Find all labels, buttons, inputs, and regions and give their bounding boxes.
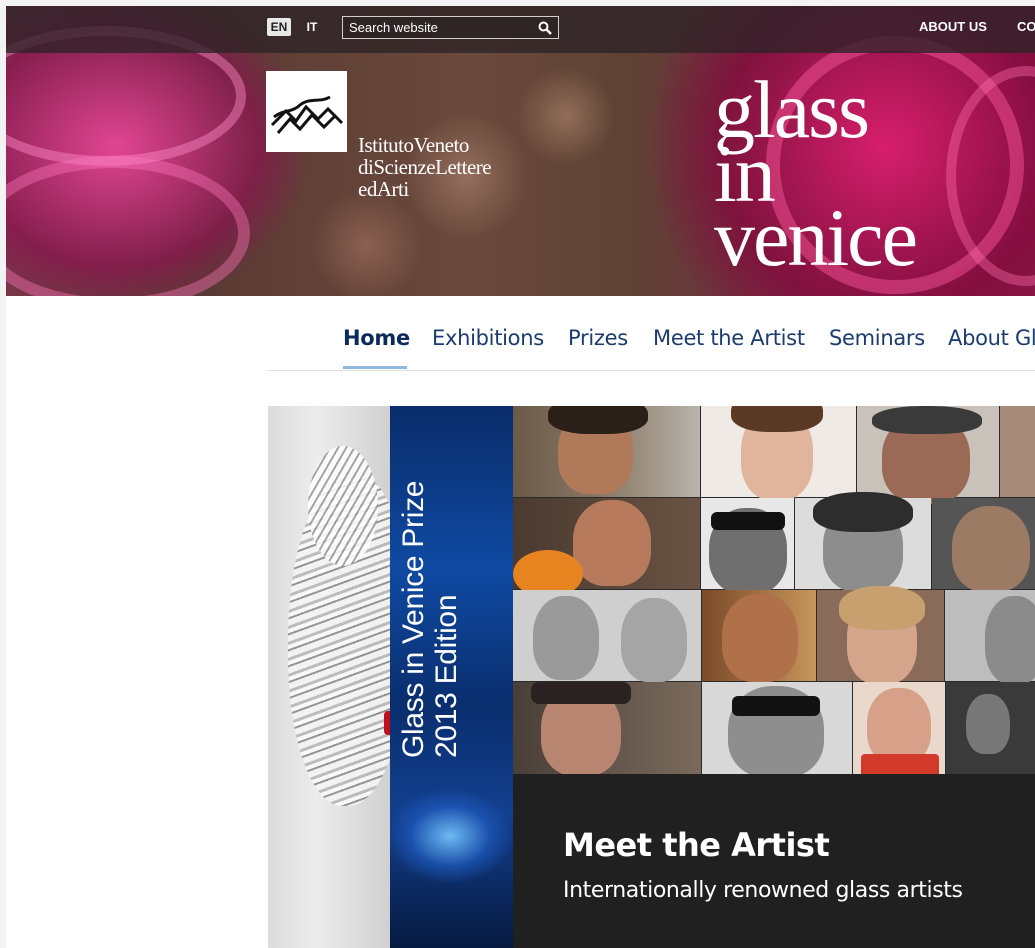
artist-photo bbox=[817, 586, 944, 684]
artist-photo bbox=[857, 406, 999, 504]
artist-photo bbox=[1000, 406, 1035, 497]
main-nav: Home Exhibitions Prizes Meet the Artist … bbox=[266, 296, 1035, 371]
about-us-link[interactable]: ABOUT US bbox=[919, 19, 987, 34]
nav-item-home[interactable]: Home bbox=[343, 326, 410, 350]
prize-title-line: 2013 Edition bbox=[430, 594, 463, 758]
hero-caption[interactable]: Meet the Artist Internationally renowned… bbox=[513, 774, 1035, 948]
artist-photo bbox=[702, 590, 816, 682]
search-icon[interactable] bbox=[538, 21, 552, 35]
page: EN IT ABOUT US CO IstitutoV bbox=[6, 6, 1035, 948]
caption-title: Meet the Artist bbox=[563, 826, 830, 864]
artist-photo-grid[interactable] bbox=[513, 406, 1035, 774]
glass-sculpture-image[interactable] bbox=[268, 406, 390, 948]
institute-name-line: diScienzeLettere bbox=[358, 155, 492, 179]
glass-decoration bbox=[6, 156, 250, 296]
active-nav-indicator bbox=[343, 366, 407, 369]
institute-logo[interactable] bbox=[266, 71, 347, 152]
language-en[interactable]: EN bbox=[267, 18, 291, 36]
top-bar: EN IT ABOUT US CO bbox=[6, 6, 1035, 53]
institute-name-line: IstitutoVeneto bbox=[358, 133, 469, 157]
institute-name-line: edArti bbox=[358, 177, 409, 201]
nav-item-meet-the-artist[interactable]: Meet the Artist bbox=[653, 326, 805, 350]
hero-section: Glass in Venice Prize 2013 Edition Meet … bbox=[268, 406, 1035, 948]
artist-photo bbox=[702, 682, 852, 774]
caption-subtitle: Internationally renowned glass artists bbox=[563, 878, 963, 903]
artist-photo bbox=[853, 682, 945, 774]
artist-photo bbox=[701, 498, 794, 594]
artist-photo bbox=[513, 590, 701, 682]
search-box bbox=[342, 16, 559, 39]
nav-item-seminars[interactable]: Seminars bbox=[829, 326, 925, 350]
site-title-line: venice bbox=[714, 192, 918, 283]
search-input[interactable] bbox=[343, 17, 539, 38]
contacts-link[interactable]: CO bbox=[1017, 19, 1035, 34]
nav-item-exhibitions[interactable]: Exhibitions bbox=[432, 326, 544, 350]
prize-title: Glass in Venice Prize 2013 Edition bbox=[397, 481, 463, 758]
artist-photo bbox=[513, 682, 701, 774]
language-it[interactable]: IT bbox=[302, 18, 322, 36]
artist-photo bbox=[945, 590, 1035, 684]
institute-logo-icon bbox=[270, 95, 344, 134]
artist-photo bbox=[946, 682, 1035, 774]
artist-photo bbox=[932, 498, 1035, 592]
header-banner: EN IT ABOUT US CO IstitutoV bbox=[6, 6, 1035, 296]
artist-photo bbox=[701, 406, 856, 500]
prize-title-line: Glass in Venice Prize bbox=[397, 480, 430, 758]
artist-photo bbox=[513, 406, 700, 497]
site-title[interactable]: glass in venice bbox=[714, 69, 918, 283]
nav-item-about-glass[interactable]: About Gl bbox=[948, 326, 1035, 350]
artist-photo bbox=[513, 498, 700, 598]
artist-photo bbox=[795, 492, 931, 592]
prize-banner[interactable]: Glass in Venice Prize 2013 Edition bbox=[390, 406, 513, 948]
institute-name: IstitutoVeneto diScienzeLettere edArti bbox=[358, 133, 492, 201]
nav-item-prizes[interactable]: Prizes bbox=[568, 326, 628, 350]
sculpture-shape bbox=[308, 446, 378, 566]
